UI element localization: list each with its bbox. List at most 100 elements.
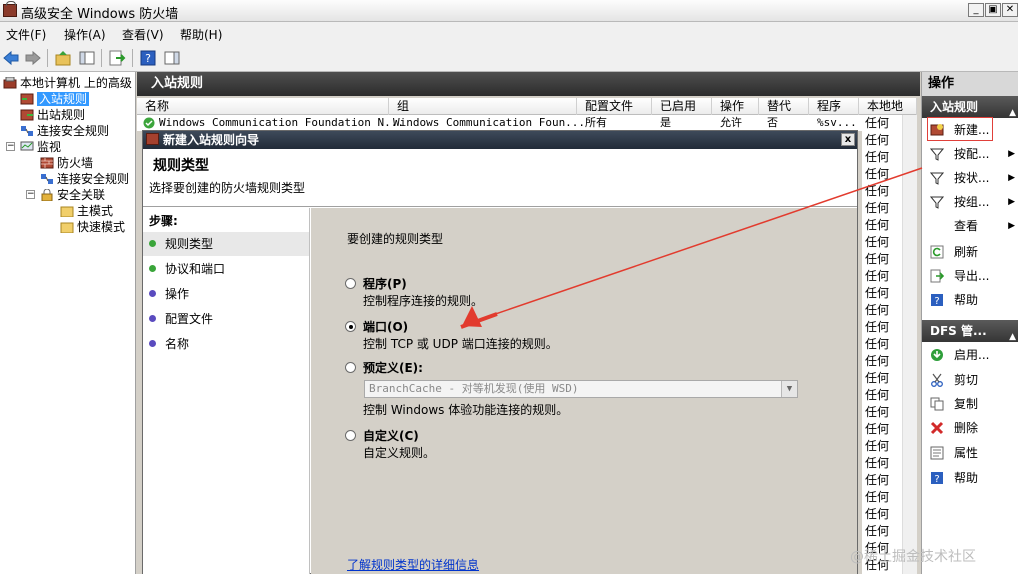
toolbar-separator <box>101 49 102 67</box>
svg-text:?: ? <box>145 52 151 65</box>
radio-port[interactable] <box>345 321 356 332</box>
export-list-icon <box>930 269 944 283</box>
watermark: @稀土掘金技术社区 <box>850 549 976 565</box>
help-icon[interactable]: ? <box>139 49 157 67</box>
tree-item-outbound-rules[interactable]: 出站规则 <box>20 107 85 123</box>
svg-text:?: ? <box>934 296 939 307</box>
tree-item-monitor[interactable]: 监视 <box>20 139 61 155</box>
menu-bar: 文件(F) 操作(A) 查看(V) 帮助(H) <box>0 22 1018 44</box>
show-hide-tree-icon[interactable] <box>78 49 96 67</box>
menu-view[interactable]: 查看(V) <box>122 26 164 43</box>
option-program-label[interactable]: 程序(P) <box>363 275 407 292</box>
filter-icon <box>930 148 944 161</box>
cell-local-address: 任何 <box>865 167 890 181</box>
actions-section-inbound[interactable]: 入站规则 ▲ <box>922 96 1018 118</box>
tree-item-main-mode[interactable]: 主模式 <box>60 203 113 219</box>
tree-item-security-associations[interactable]: 安全关联 <box>40 187 105 203</box>
col-header-override[interactable]: 替代 <box>759 98 809 115</box>
cell-local-address: 任何 <box>865 371 890 385</box>
row-enabled: 是 <box>660 116 671 129</box>
predefined-rule-select[interactable]: BranchCache - 对等机发现(使用 WSD) ▼ <box>364 380 798 398</box>
action-delete[interactable]: 删除 <box>922 416 1018 440</box>
forward-arrow-icon[interactable] <box>24 49 42 67</box>
radio-custom[interactable] <box>345 430 356 441</box>
step-profile[interactable]: 配置文件 <box>143 307 309 331</box>
submenu-arrow-icon: ▶ <box>1008 173 1015 183</box>
option-port-label[interactable]: 端口(O) <box>363 318 408 335</box>
close-window-button[interactable]: ✕ <box>1002 3 1018 17</box>
action-filter-state[interactable]: 按状... ▶ <box>922 166 1018 190</box>
col-header-local-address[interactable]: 本地地 <box>859 98 917 115</box>
action-cut[interactable]: 剪切 <box>922 368 1018 392</box>
col-header-action[interactable]: 操作 <box>712 98 759 115</box>
tree-item-connection-security[interactable]: 连接安全规则 <box>20 123 109 139</box>
wizard-steps: 步骤: 规则类型 协议和端口 操作 配置文件 名称 <box>143 208 310 574</box>
show-action-pane-icon[interactable] <box>163 49 181 67</box>
submenu-arrow-icon: ▶ <box>1008 221 1015 231</box>
step-name[interactable]: 名称 <box>143 332 309 356</box>
vertical-scrollbar[interactable] <box>902 115 917 574</box>
col-header-name[interactable]: 名称 <box>137 98 389 115</box>
step-action[interactable]: 操作 <box>143 282 309 306</box>
action-properties[interactable]: 属性 <box>922 441 1018 465</box>
menu-file[interactable]: 文件(F) <box>6 26 46 43</box>
action-filter-profile[interactable]: 按配... ▶ <box>922 142 1018 166</box>
col-header-enabled[interactable]: 已启用 <box>652 98 712 115</box>
action-filter-group[interactable]: 按组... ▶ <box>922 190 1018 214</box>
wizard-subheading: 选择要创建的防火墙规则类型 <box>149 181 306 195</box>
menu-action[interactable]: 操作(A) <box>64 26 106 43</box>
tree-item-inbound-rules[interactable]: 入站规则 <box>20 91 90 107</box>
cell-local-address: 任何 <box>865 490 890 504</box>
tree-root[interactable]: 本地计算机 上的高级 <box>3 75 132 91</box>
step-protocol-port[interactable]: 协议和端口 <box>143 257 309 281</box>
tree-item-quick-mode[interactable]: 快速模式 <box>60 219 125 235</box>
table-row[interactable]: Windows Communication Foundation N... Wi… <box>137 115 862 131</box>
step-rule-type[interactable]: 规则类型 <box>143 232 309 256</box>
action-copy[interactable]: 复制 <box>922 392 1018 416</box>
computer-firewall-icon <box>3 77 17 89</box>
action-export[interactable]: 导出... <box>922 264 1018 288</box>
properties-icon <box>930 446 944 460</box>
wizard-close-button[interactable]: x <box>841 133 855 146</box>
tree-item-firewall[interactable]: 防火墙 <box>40 155 93 171</box>
menu-help[interactable]: 帮助(H) <box>180 26 222 43</box>
tree-item-connection-security-monitor[interactable]: 连接安全规则 <box>40 171 129 187</box>
firewall-app-icon <box>146 133 159 145</box>
option-custom-label[interactable]: 自定义(C) <box>363 427 419 444</box>
minimize-button[interactable]: _ <box>968 3 984 17</box>
restore-button[interactable]: ▣ <box>985 3 1001 17</box>
col-header-program[interactable]: 程序 <box>809 98 859 115</box>
enable-icon <box>931 349 943 361</box>
wizard-title-bar: 新建入站规则向导 x <box>143 131 857 149</box>
cell-local-address: 任何 <box>865 524 890 538</box>
back-arrow-icon[interactable] <box>2 49 20 67</box>
option-predefined-label[interactable]: 预定义(E): <box>363 359 423 376</box>
row-action: 允许 <box>720 116 742 129</box>
refresh-icon <box>930 245 944 259</box>
action-help[interactable]: ? 帮助 <box>922 288 1018 312</box>
enabled-check-icon <box>143 117 155 129</box>
cell-local-address: 任何 <box>865 269 890 283</box>
radio-predefined[interactable] <box>345 362 356 373</box>
outbound-rules-icon <box>20 109 34 121</box>
navigation-tree: 本地计算机 上的高级 入站规则 出站规则 连接安全规则 − 监视 防火墙 连接安… <box>0 72 136 574</box>
radio-program[interactable] <box>345 278 356 289</box>
tree-expander-security-associations[interactable]: − <box>26 190 35 199</box>
chevron-down-icon[interactable]: ▼ <box>781 381 797 397</box>
export-list-icon[interactable] <box>108 49 126 67</box>
tree-expander-monitor[interactable]: − <box>6 142 15 151</box>
col-header-profile[interactable]: 配置文件 <box>577 98 652 115</box>
learn-rule-types-link[interactable]: 了解规则类型的详细信息 <box>347 556 479 573</box>
action-enable-rule[interactable]: 启用... <box>922 343 1018 367</box>
action-view[interactable]: 查看 ▶ <box>922 214 1018 238</box>
help-icon: ? <box>931 472 943 485</box>
actions-section-dfs[interactable]: DFS 管... ▲ <box>922 320 1018 342</box>
action-refresh[interactable]: 刷新 <box>922 240 1018 264</box>
cell-local-address: 任何 <box>865 320 890 334</box>
step-status-dot <box>149 340 156 347</box>
col-header-group[interactable]: 组 <box>389 98 577 115</box>
up-folder-icon[interactable] <box>54 49 72 67</box>
cell-local-address: 任何 <box>865 473 890 487</box>
action-help-dfs[interactable]: ? 帮助 <box>922 466 1018 490</box>
cell-local-address: 任何 <box>865 235 890 249</box>
